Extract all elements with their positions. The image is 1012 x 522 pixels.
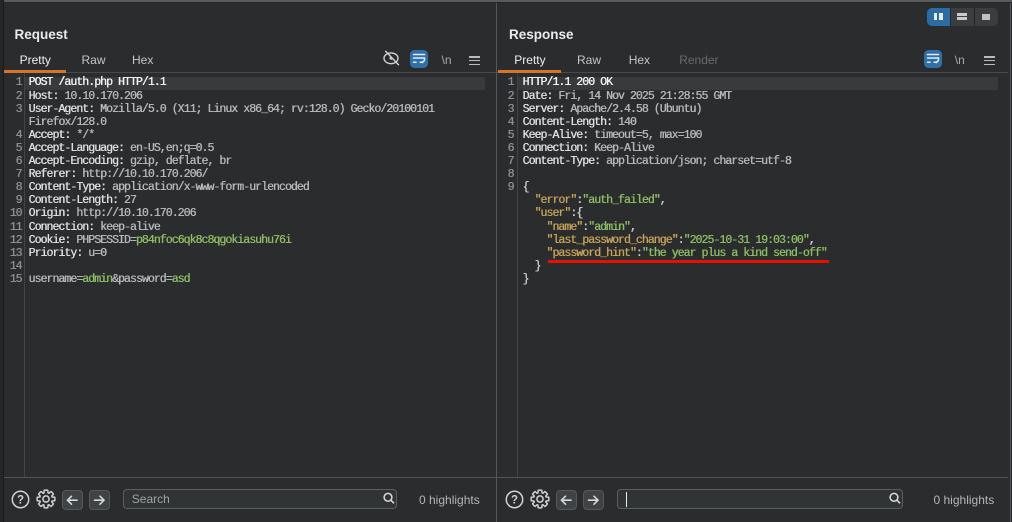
svg-text:?: ? bbox=[17, 495, 24, 507]
svg-text:?: ? bbox=[511, 495, 518, 507]
